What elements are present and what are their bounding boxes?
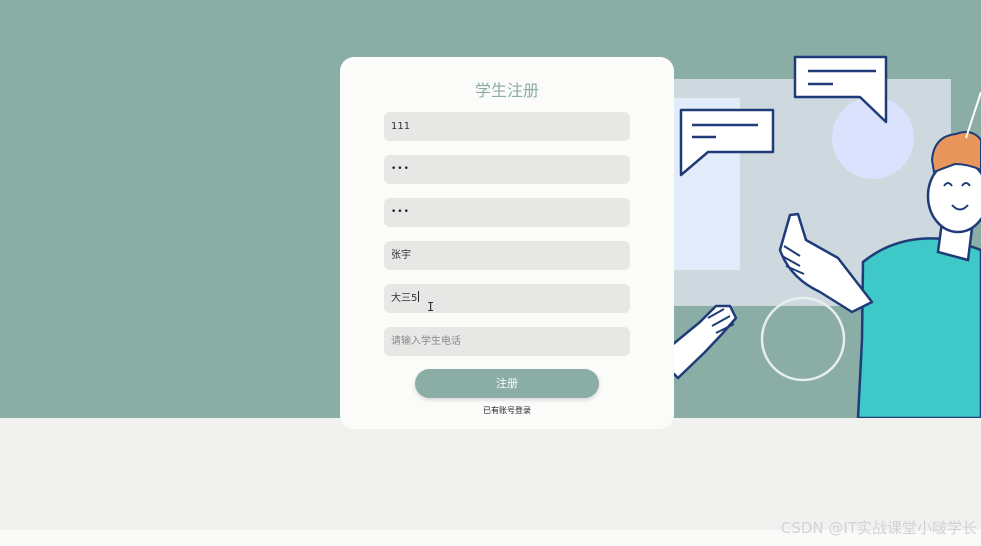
bg-circle-outline	[760, 296, 846, 382]
login-link[interactable]: 已有账号登录	[340, 405, 674, 416]
student-name-value: 张宇	[391, 250, 411, 261]
student-name-input[interactable]: 张宇	[384, 241, 630, 270]
username-input[interactable]: 111	[384, 112, 630, 141]
phone-input[interactable]: 请输入学生电话	[384, 327, 630, 356]
username-value: 111	[391, 121, 411, 132]
grade-input[interactable]: 大三5	[384, 284, 630, 313]
password-value: •••	[391, 164, 410, 174]
password-input[interactable]: •••	[384, 155, 630, 184]
register-card: 学生注册 111 ••• ••• 张宇 大三5 请输入学生电话 注册 已有账号登…	[340, 57, 674, 429]
text-caret	[418, 291, 420, 302]
grade-value: 大三5	[391, 293, 418, 304]
confirm-password-input[interactable]: •••	[384, 198, 630, 227]
phone-placeholder: 请输入学生电话	[391, 336, 461, 347]
register-button[interactable]: 注册	[415, 369, 599, 398]
confirm-password-value: •••	[391, 207, 410, 217]
text-cursor-icon: I	[427, 300, 435, 314]
character-shirt	[856, 237, 981, 418]
watermark: CSDN @IT实战课堂小啵学长	[780, 519, 977, 537]
form-title: 学生注册	[474, 81, 539, 100]
waving-hand-icon	[670, 304, 738, 380]
